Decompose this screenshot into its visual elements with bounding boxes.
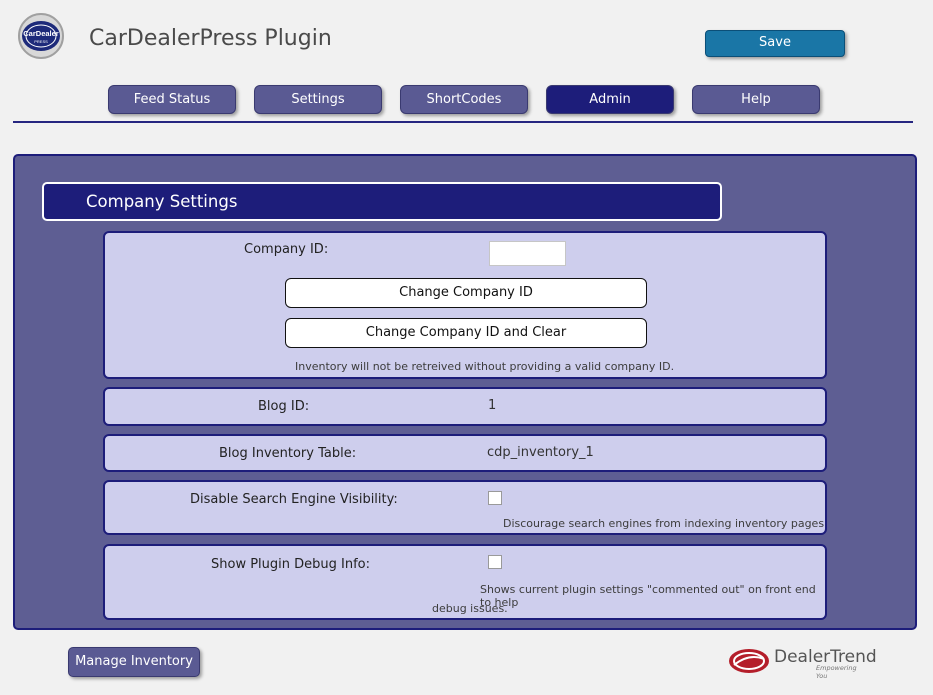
debug-info-checkbox[interactable]: [488, 555, 502, 569]
inventory-table-label: Blog Inventory Table:: [219, 446, 357, 461]
search-visibility-note: Discourage search engines from indexing …: [503, 517, 825, 530]
search-visibility-card: Disable Search Engine Visibility: Discou…: [103, 480, 827, 535]
logo-subtext: PRESS: [34, 39, 48, 44]
tab-admin[interactable]: Admin: [546, 85, 674, 114]
company-id-card: Company ID: Change Company ID Change Com…: [103, 231, 827, 379]
tab-settings[interactable]: Settings: [254, 85, 382, 114]
dealertrend-mark-icon: [729, 649, 769, 673]
change-company-id-clear-button[interactable]: Change Company ID and Clear: [285, 318, 647, 348]
company-id-input[interactable]: [489, 241, 566, 266]
header-divider: [13, 121, 913, 123]
debug-info-label: Show Plugin Debug Info:: [211, 557, 371, 572]
tab-feed-status[interactable]: Feed Status: [108, 85, 236, 114]
blog-id-card: Blog ID: 1: [103, 387, 827, 426]
logo-text: CarDealer: [23, 29, 59, 38]
manage-inventory-button[interactable]: Manage Inventory: [68, 647, 200, 677]
company-id-note: Inventory will not be retreived without …: [295, 360, 675, 373]
inventory-table-value: cdp_inventory_1: [487, 445, 594, 460]
tab-help[interactable]: Help: [692, 85, 820, 114]
section-title: Company Settings: [42, 182, 722, 221]
search-visibility-label: Disable Search Engine Visibility:: [190, 492, 398, 507]
tab-shortcodes[interactable]: ShortCodes: [400, 85, 528, 114]
cardealerpress-logo: CarDealer PRESS: [14, 12, 68, 60]
search-visibility-checkbox[interactable]: [488, 491, 502, 505]
debug-info-card: Show Plugin Debug Info: Shows current pl…: [103, 544, 827, 620]
debug-info-note-line2: debug issues.: [432, 602, 508, 615]
dealertrend-tagline: Empowering You: [816, 664, 857, 680]
company-id-label: Company ID:: [244, 242, 329, 257]
dealertrend-logo: DealerTrend Empowering You: [728, 646, 877, 680]
inventory-table-card: Blog Inventory Table: cdp_inventory_1: [103, 434, 827, 472]
blog-id-value: 1: [488, 398, 497, 413]
change-company-id-button[interactable]: Change Company ID: [285, 278, 647, 308]
save-button[interactable]: Save: [705, 30, 845, 57]
page-title: CarDealerPress Plugin: [89, 26, 332, 51]
debug-info-note-line1: Shows current plugin settings "commented…: [480, 583, 816, 609]
blog-id-label: Blog ID:: [258, 399, 310, 414]
